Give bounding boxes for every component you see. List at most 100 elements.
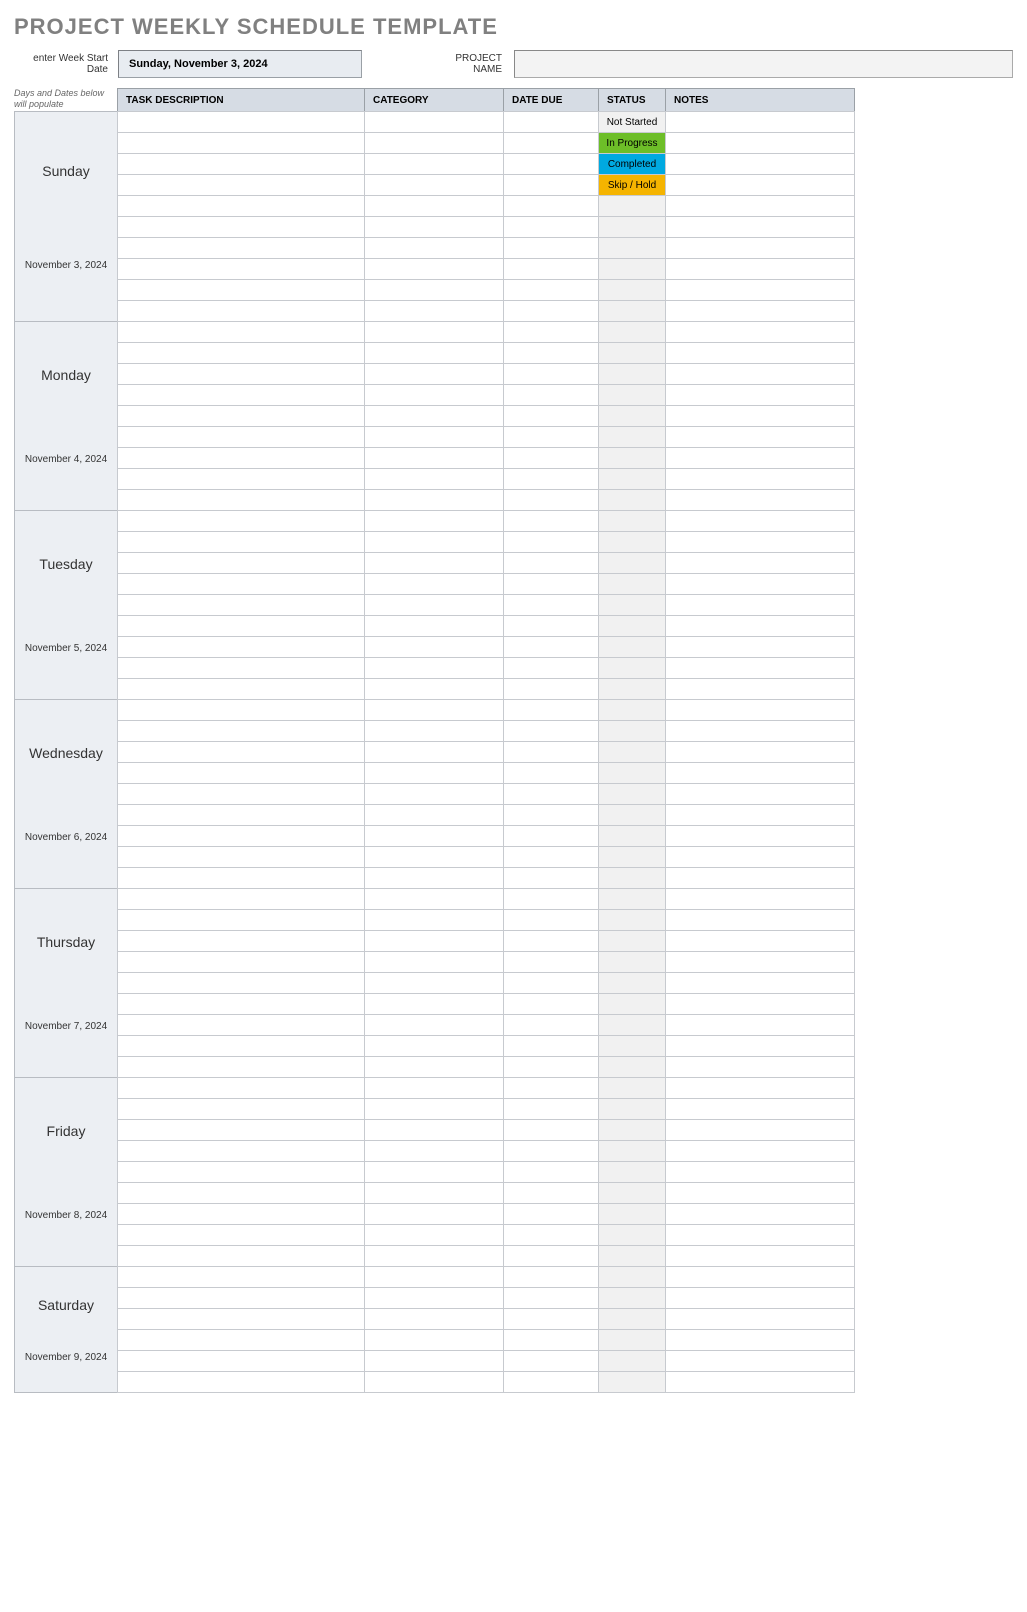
category-cell[interactable] <box>364 405 504 427</box>
category-cell[interactable] <box>364 1140 504 1162</box>
category-cell[interactable] <box>364 720 504 742</box>
status-cell[interactable] <box>598 699 666 721</box>
notes-cell[interactable] <box>665 1371 855 1393</box>
notes-cell[interactable] <box>665 1182 855 1204</box>
category-cell[interactable] <box>364 1077 504 1099</box>
category-cell[interactable] <box>364 1287 504 1309</box>
category-cell[interactable] <box>364 909 504 931</box>
task-cell[interactable] <box>117 489 365 511</box>
date-due-cell[interactable] <box>503 594 599 616</box>
notes-cell[interactable] <box>665 195 855 217</box>
category-cell[interactable] <box>364 972 504 994</box>
task-cell[interactable] <box>117 342 365 364</box>
task-cell[interactable] <box>117 888 365 910</box>
status-cell[interactable] <box>598 1056 666 1078</box>
status-cell[interactable]: Skip / Hold <box>598 174 666 196</box>
notes-cell[interactable] <box>665 1014 855 1036</box>
category-cell[interactable] <box>364 1056 504 1078</box>
notes-cell[interactable] <box>665 363 855 385</box>
status-cell[interactable] <box>598 1329 666 1351</box>
task-cell[interactable] <box>117 552 365 574</box>
category-cell[interactable] <box>364 279 504 301</box>
task-cell[interactable] <box>117 300 365 322</box>
date-due-cell[interactable] <box>503 468 599 490</box>
notes-cell[interactable] <box>665 804 855 826</box>
status-cell[interactable] <box>598 216 666 238</box>
date-due-cell[interactable] <box>503 216 599 238</box>
category-cell[interactable] <box>364 300 504 322</box>
task-cell[interactable] <box>117 678 365 700</box>
date-due-cell[interactable] <box>503 174 599 196</box>
category-cell[interactable] <box>364 1350 504 1372</box>
date-due-cell[interactable] <box>503 1266 599 1288</box>
task-cell[interactable] <box>117 1224 365 1246</box>
date-due-cell[interactable] <box>503 804 599 826</box>
task-cell[interactable] <box>117 825 365 847</box>
category-cell[interactable] <box>364 132 504 154</box>
status-cell[interactable]: Completed <box>598 153 666 175</box>
date-due-cell[interactable] <box>503 762 599 784</box>
status-cell[interactable] <box>598 972 666 994</box>
category-cell[interactable] <box>364 657 504 679</box>
category-cell[interactable] <box>364 699 504 721</box>
task-cell[interactable] <box>117 846 365 868</box>
notes-cell[interactable] <box>665 237 855 259</box>
category-cell[interactable] <box>364 1329 504 1351</box>
notes-cell[interactable] <box>665 972 855 994</box>
task-cell[interactable] <box>117 951 365 973</box>
task-cell[interactable] <box>117 972 365 994</box>
category-cell[interactable] <box>364 216 504 238</box>
date-due-cell[interactable] <box>503 153 599 175</box>
status-cell[interactable]: In Progress <box>598 132 666 154</box>
task-cell[interactable] <box>117 1329 365 1351</box>
category-cell[interactable] <box>364 888 504 910</box>
status-cell[interactable] <box>598 489 666 511</box>
category-cell[interactable] <box>364 867 504 889</box>
notes-cell[interactable] <box>665 951 855 973</box>
task-cell[interactable] <box>117 1308 365 1330</box>
task-cell[interactable] <box>117 111 365 133</box>
category-cell[interactable] <box>364 594 504 616</box>
status-cell[interactable] <box>598 1014 666 1036</box>
status-cell[interactable] <box>598 384 666 406</box>
notes-cell[interactable] <box>665 216 855 238</box>
start-date-input[interactable]: Sunday, November 3, 2024 <box>118 50 362 78</box>
task-cell[interactable] <box>117 1287 365 1309</box>
task-cell[interactable] <box>117 1182 365 1204</box>
date-due-cell[interactable] <box>503 384 599 406</box>
date-due-cell[interactable] <box>503 741 599 763</box>
task-cell[interactable] <box>117 405 365 427</box>
task-cell[interactable] <box>117 321 365 343</box>
status-cell[interactable] <box>598 783 666 805</box>
status-cell[interactable]: Not Started <box>598 111 666 133</box>
category-cell[interactable] <box>364 1014 504 1036</box>
status-cell[interactable] <box>598 1140 666 1162</box>
notes-cell[interactable] <box>665 1350 855 1372</box>
task-cell[interactable] <box>117 1077 365 1099</box>
date-due-cell[interactable] <box>503 195 599 217</box>
task-cell[interactable] <box>117 1371 365 1393</box>
status-cell[interactable] <box>598 657 666 679</box>
task-cell[interactable] <box>117 1140 365 1162</box>
date-due-cell[interactable] <box>503 1245 599 1267</box>
status-cell[interactable] <box>598 510 666 532</box>
status-cell[interactable] <box>598 825 666 847</box>
date-due-cell[interactable] <box>503 510 599 532</box>
task-cell[interactable] <box>117 741 365 763</box>
status-cell[interactable] <box>598 1350 666 1372</box>
task-cell[interactable] <box>117 363 365 385</box>
category-cell[interactable] <box>364 993 504 1015</box>
date-due-cell[interactable] <box>503 1098 599 1120</box>
status-cell[interactable] <box>598 720 666 742</box>
date-due-cell[interactable] <box>503 111 599 133</box>
notes-cell[interactable] <box>665 720 855 742</box>
status-cell[interactable] <box>598 1224 666 1246</box>
date-due-cell[interactable] <box>503 1329 599 1351</box>
status-cell[interactable] <box>598 552 666 574</box>
status-cell[interactable] <box>598 636 666 658</box>
notes-cell[interactable] <box>665 1308 855 1330</box>
status-cell[interactable] <box>598 615 666 637</box>
category-cell[interactable] <box>364 678 504 700</box>
notes-cell[interactable] <box>665 426 855 448</box>
category-cell[interactable] <box>364 363 504 385</box>
